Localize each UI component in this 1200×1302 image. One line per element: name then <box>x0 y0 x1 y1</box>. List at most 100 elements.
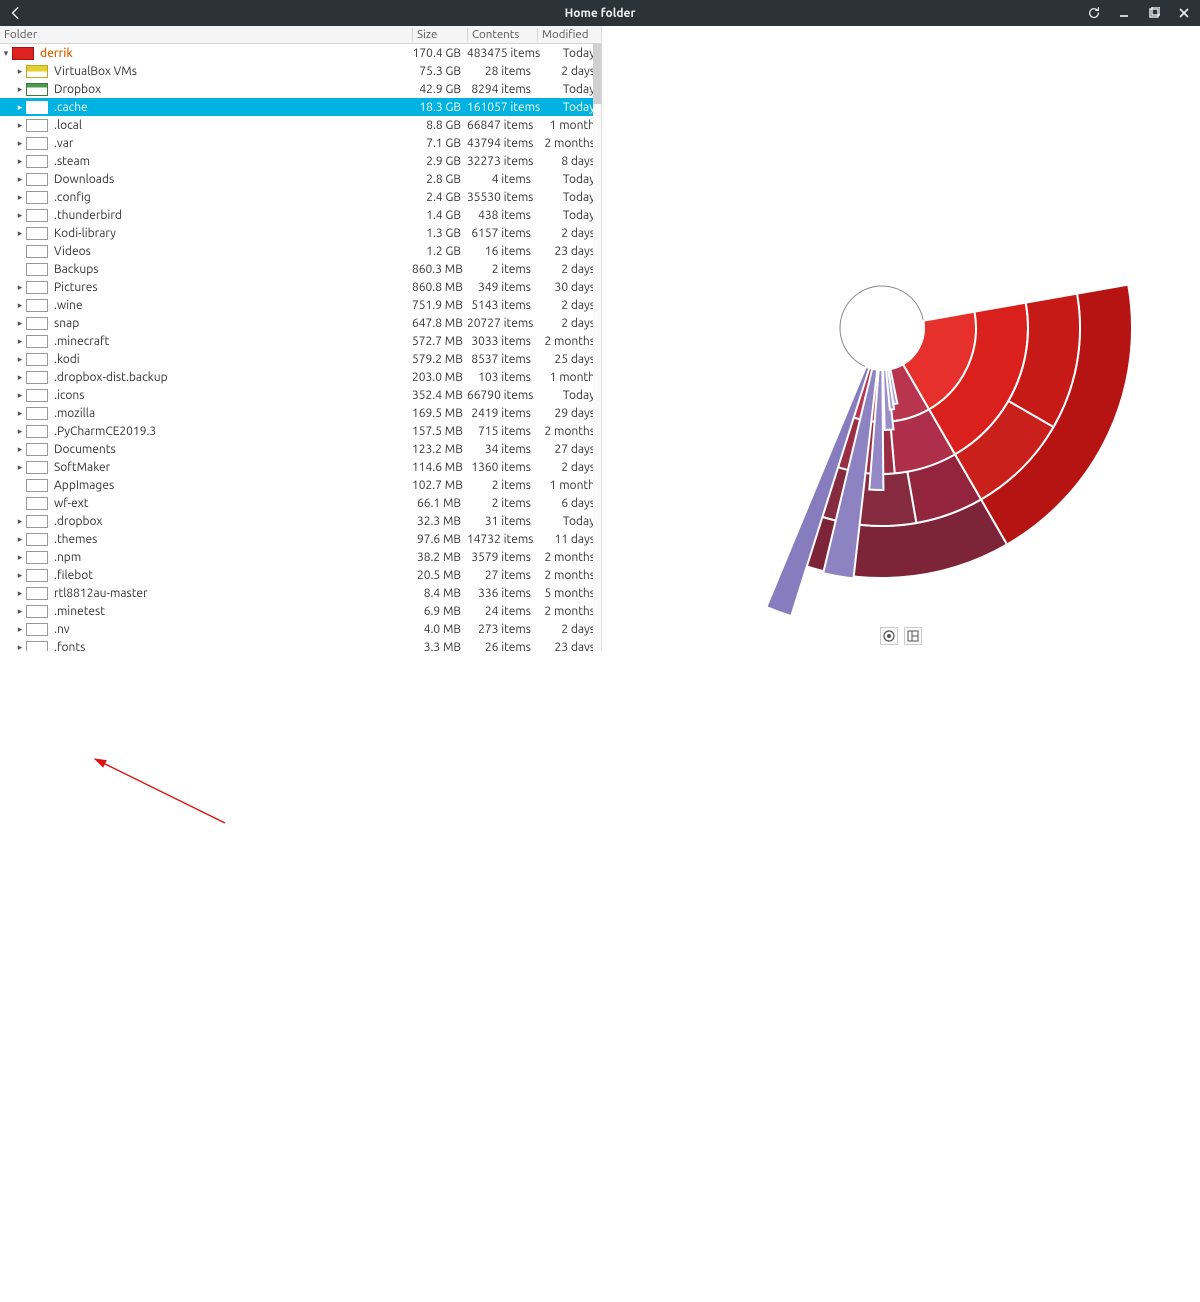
tree-row[interactable]: ▸.nv4.0 MB273 items2 days <box>0 620 601 638</box>
refresh-button[interactable] <box>1084 3 1104 23</box>
tree-row[interactable]: Backups860.3 MB2 items2 days <box>0 260 601 278</box>
scrollbar-thumb[interactable] <box>593 44 601 104</box>
expander-icon[interactable]: ▸ <box>14 336 26 347</box>
tree-row[interactable]: ▸Dropbox42.9 GB8294 itemsToday <box>0 80 601 98</box>
folder-name: SoftMaker <box>54 461 412 474</box>
tree-row[interactable]: ▸.filebot20.5 MB27 items2 months <box>0 566 601 584</box>
column-modified-header[interactable]: Modified <box>537 28 601 41</box>
expander-icon[interactable]: ▸ <box>14 84 26 95</box>
expander-icon[interactable]: ▸ <box>14 516 26 527</box>
tree-row[interactable]: ▾derrik170.4 GB483475 itemsToday <box>0 44 601 62</box>
tree-row[interactable]: ▸.npm38.2 MB3579 items2 months <box>0 548 601 566</box>
expander-icon[interactable]: ▸ <box>14 192 26 203</box>
tree-scrollbar[interactable] <box>593 44 601 651</box>
column-folder-header[interactable]: Folder <box>0 28 412 41</box>
folder-modified: 23 days <box>537 245 601 258</box>
tree-row[interactable]: AppImages102.7 MB2 items1 month <box>0 476 601 494</box>
expander-icon[interactable]: ▸ <box>14 282 26 293</box>
folder-name: Backups <box>54 263 412 276</box>
folder-size: 1.4 GB <box>412 209 467 222</box>
expander-icon[interactable]: ▸ <box>14 408 26 419</box>
expander-icon[interactable]: ▸ <box>14 462 26 473</box>
tree-row[interactable]: ▸.thunderbird1.4 GB438 itemsToday <box>0 206 601 224</box>
expander-icon[interactable]: ▸ <box>14 228 26 239</box>
expander-icon[interactable]: ▸ <box>14 372 26 383</box>
expander-icon[interactable]: ▸ <box>14 300 26 311</box>
tree-row[interactable]: ▸snap647.8 MB20727 items2 days <box>0 314 601 332</box>
expander-icon[interactable]: ▸ <box>14 588 26 599</box>
folder-modified: 1 month <box>537 119 601 132</box>
column-contents-header[interactable]: Contents <box>467 28 537 41</box>
expander-icon[interactable]: ▸ <box>14 318 26 329</box>
tree-row[interactable]: ▸VirtualBox VMs75.3 GB28 items2 days <box>0 62 601 80</box>
expander-icon[interactable]: ▸ <box>14 534 26 545</box>
usage-swatch <box>26 173 48 186</box>
tree-row[interactable]: ▸Downloads2.8 GB4 itemsToday <box>0 170 601 188</box>
expander-icon[interactable]: ▸ <box>14 120 26 131</box>
expander-icon[interactable]: ▸ <box>14 570 26 581</box>
tree-row-selected[interactable]: ▸.cache18.3 GB161057 itemsToday <box>0 98 601 116</box>
column-size-header[interactable]: Size <box>412 28 467 41</box>
close-button[interactable] <box>1174 3 1194 23</box>
expander-icon[interactable]: ▸ <box>14 606 26 617</box>
tree-row[interactable]: ▸Kodi-library1.3 GB6157 items2 days <box>0 224 601 242</box>
tree-row[interactable]: ▸Pictures860.8 MB349 items30 days <box>0 278 601 296</box>
chart-view-toggles <box>880 627 922 645</box>
expander-icon[interactable]: ▸ <box>14 642 26 652</box>
tree-row[interactable]: ▸.minecraft572.7 MB3033 items2 months <box>0 332 601 350</box>
tree-row[interactable]: ▸.icons352.4 MB66790 itemsToday <box>0 386 601 404</box>
folder-name: .cache <box>54 101 412 114</box>
expander-icon[interactable]: ▸ <box>14 156 26 167</box>
expander-icon[interactable]: ▸ <box>14 426 26 437</box>
tree-row[interactable]: ▸.var7.1 GB43794 items2 months <box>0 134 601 152</box>
folder-contents: 8294 items <box>467 83 537 96</box>
usage-swatch <box>26 119 48 132</box>
tree-row[interactable]: ▸.fonts3.3 MB26 items23 days <box>0 638 601 651</box>
folder-name: .dropbox-dist.backup <box>54 371 412 384</box>
tree-row[interactable]: ▸.PyCharmCE2019.3157.5 MB715 items2 mont… <box>0 422 601 440</box>
expander-icon[interactable]: ▸ <box>14 390 26 401</box>
sunburst-chart[interactable] <box>602 26 1200 651</box>
minimize-button[interactable] <box>1114 3 1134 23</box>
expander-icon[interactable]: ▸ <box>14 624 26 635</box>
folder-name: VirtualBox VMs <box>54 65 412 78</box>
tree-row[interactable]: ▸.wine751.9 MB5143 items2 days <box>0 296 601 314</box>
maximize-button[interactable] <box>1144 3 1164 23</box>
expander-icon[interactable]: ▸ <box>14 138 26 149</box>
tree-row[interactable]: ▸.themes97.6 MB14732 items11 days <box>0 530 601 548</box>
folder-contents: 27 items <box>467 569 537 582</box>
ring-view-button[interactable] <box>880 627 898 645</box>
tree-row[interactable]: ▸.steam2.9 GB32273 items8 days <box>0 152 601 170</box>
expander-icon[interactable]: ▸ <box>14 174 26 185</box>
tree-row[interactable]: ▸.kodi579.2 MB8537 items25 days <box>0 350 601 368</box>
expander-icon[interactable]: ▸ <box>14 552 26 563</box>
tree-row[interactable]: ▸rtl8812au-master8.4 MB336 items5 months <box>0 584 601 602</box>
expander-icon[interactable]: ▸ <box>14 66 26 77</box>
tree-row[interactable]: ▸.dropbox-dist.backup203.0 MB103 items1 … <box>0 368 601 386</box>
usage-swatch <box>26 155 48 168</box>
folder-modified: 2 days <box>537 227 601 240</box>
tree-row[interactable]: ▸SoftMaker114.6 MB1360 items2 days <box>0 458 601 476</box>
tree-row[interactable]: ▸Documents123.2 MB34 items27 days <box>0 440 601 458</box>
folder-name: .npm <box>54 551 412 564</box>
usage-swatch <box>26 83 48 96</box>
treemap-view-button[interactable] <box>904 627 922 645</box>
expander-icon[interactable]: ▸ <box>14 210 26 221</box>
back-button[interactable] <box>6 3 26 23</box>
tree-row[interactable]: wf-ext66.1 MB2 items6 days <box>0 494 601 512</box>
folder-contents: 2 items <box>467 263 537 276</box>
folder-contents: 349 items <box>467 281 537 294</box>
tree-row[interactable]: ▸.dropbox32.3 MB31 itemsToday <box>0 512 601 530</box>
tree-row[interactable]: ▸.local8.8 GB66847 items1 month <box>0 116 601 134</box>
tree-row[interactable]: ▸.mozilla169.5 MB2419 items29 days <box>0 404 601 422</box>
usage-swatch <box>26 407 48 420</box>
expander-icon[interactable]: ▸ <box>14 444 26 455</box>
tree-row[interactable]: Videos1.2 GB16 items23 days <box>0 242 601 260</box>
folder-contents: 336 items <box>467 587 537 600</box>
tree-row[interactable]: ▸.config2.4 GB35530 itemsToday <box>0 188 601 206</box>
expander-icon[interactable]: ▾ <box>0 48 12 59</box>
tree-row[interactable]: ▸.minetest6.9 MB24 items2 months <box>0 602 601 620</box>
folder-modified: 2 months <box>537 569 601 582</box>
expander-icon[interactable]: ▸ <box>14 354 26 365</box>
expander-icon[interactable]: ▸ <box>14 102 26 113</box>
